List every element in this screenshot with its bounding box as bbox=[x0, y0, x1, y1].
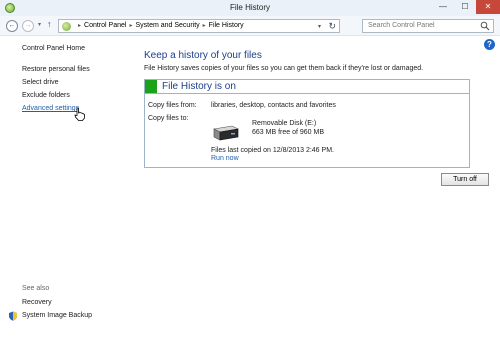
breadcrumb-file-history[interactable]: File History bbox=[209, 22, 244, 29]
breadcrumb-system-and-security[interactable]: System and Security bbox=[135, 22, 199, 29]
breadcrumb-separator-icon[interactable]: ▸ bbox=[129, 23, 132, 29]
breadcrumb-separator-icon[interactable]: ▸ bbox=[203, 23, 206, 29]
status-text: File History is on bbox=[162, 81, 236, 92]
copy-from-label: Copy files from: bbox=[148, 102, 197, 109]
window-title: File History bbox=[229, 3, 270, 12]
forward-button[interactable]: → bbox=[22, 20, 34, 32]
run-now-link[interactable]: Run now bbox=[211, 155, 239, 162]
help-icon[interactable]: ? bbox=[484, 39, 495, 50]
breadcrumb-control-panel[interactable]: Control Panel bbox=[84, 22, 126, 29]
navigation-bar: ← → ▾ ↑ ▸ Control Panel ▸ System and Securi… bbox=[0, 16, 500, 36]
address-bar[interactable]: ▸ Control Panel ▸ System and Security ▸ File … bbox=[58, 19, 340, 33]
removable-disk-icon bbox=[213, 125, 239, 141]
copy-from-value: libraries, desktop, contacts and favorit… bbox=[211, 102, 336, 109]
see-also-heading: See also bbox=[22, 285, 50, 292]
select-drive-link[interactable]: Select drive bbox=[22, 79, 59, 86]
back-button[interactable]: ← bbox=[6, 20, 18, 32]
hand-cursor-icon bbox=[74, 107, 85, 121]
search-placeholder: Search Control Panel bbox=[368, 22, 435, 29]
title-bar: File History — ☐ ✕ bbox=[0, 0, 500, 16]
minimize-button[interactable]: — bbox=[432, 0, 454, 14]
shield-icon bbox=[9, 311, 17, 321]
file-history-status-panel: File History is on Copy files from: libr… bbox=[144, 79, 470, 168]
maximize-button[interactable]: ☐ bbox=[454, 0, 476, 14]
exclude-folders-link[interactable]: Exclude folders bbox=[22, 92, 70, 99]
drive-free-space: 663 MB free of 960 MB bbox=[252, 129, 324, 136]
page-title: Keep a history of your files bbox=[144, 50, 262, 61]
recovery-link[interactable]: Recovery bbox=[22, 299, 52, 306]
drive-name: Removable Disk (E:) bbox=[252, 120, 317, 127]
restore-personal-files-link[interactable]: Restore personal files bbox=[22, 66, 90, 73]
recent-locations-chevron-icon[interactable]: ▾ bbox=[38, 21, 41, 28]
control-panel-home-link[interactable]: Control Panel Home bbox=[22, 45, 85, 52]
close-button[interactable]: ✕ bbox=[476, 0, 500, 14]
status-indicator bbox=[145, 80, 157, 93]
up-button[interactable]: ↑ bbox=[47, 19, 52, 29]
control-panel-icon bbox=[62, 22, 71, 31]
breadcrumb: ▸ Control Panel ▸ System and Security ▸ File … bbox=[75, 22, 244, 29]
search-input[interactable]: Search Control Panel bbox=[362, 19, 494, 33]
search-icon[interactable] bbox=[480, 21, 490, 31]
refresh-icon[interactable]: ↻ bbox=[328, 21, 336, 32]
last-copied-text: Files last copied on 12/8/2013 2:46 PM. bbox=[211, 147, 334, 154]
left-navigation: Control Panel Home Restore personal file… bbox=[0, 37, 132, 337]
page-description: File History saves copies of your files … bbox=[144, 65, 424, 72]
address-dropdown-icon[interactable]: ▾ bbox=[318, 23, 321, 30]
breadcrumb-separator-icon: ▸ bbox=[78, 23, 82, 29]
copy-to-label: Copy files to: bbox=[148, 115, 189, 122]
status-header: File History is on bbox=[145, 80, 469, 94]
advanced-settings-link[interactable]: Advanced settings bbox=[22, 105, 79, 112]
turn-off-button[interactable]: Turn off bbox=[441, 173, 489, 186]
system-image-backup-link[interactable]: System Image Backup bbox=[22, 312, 92, 319]
